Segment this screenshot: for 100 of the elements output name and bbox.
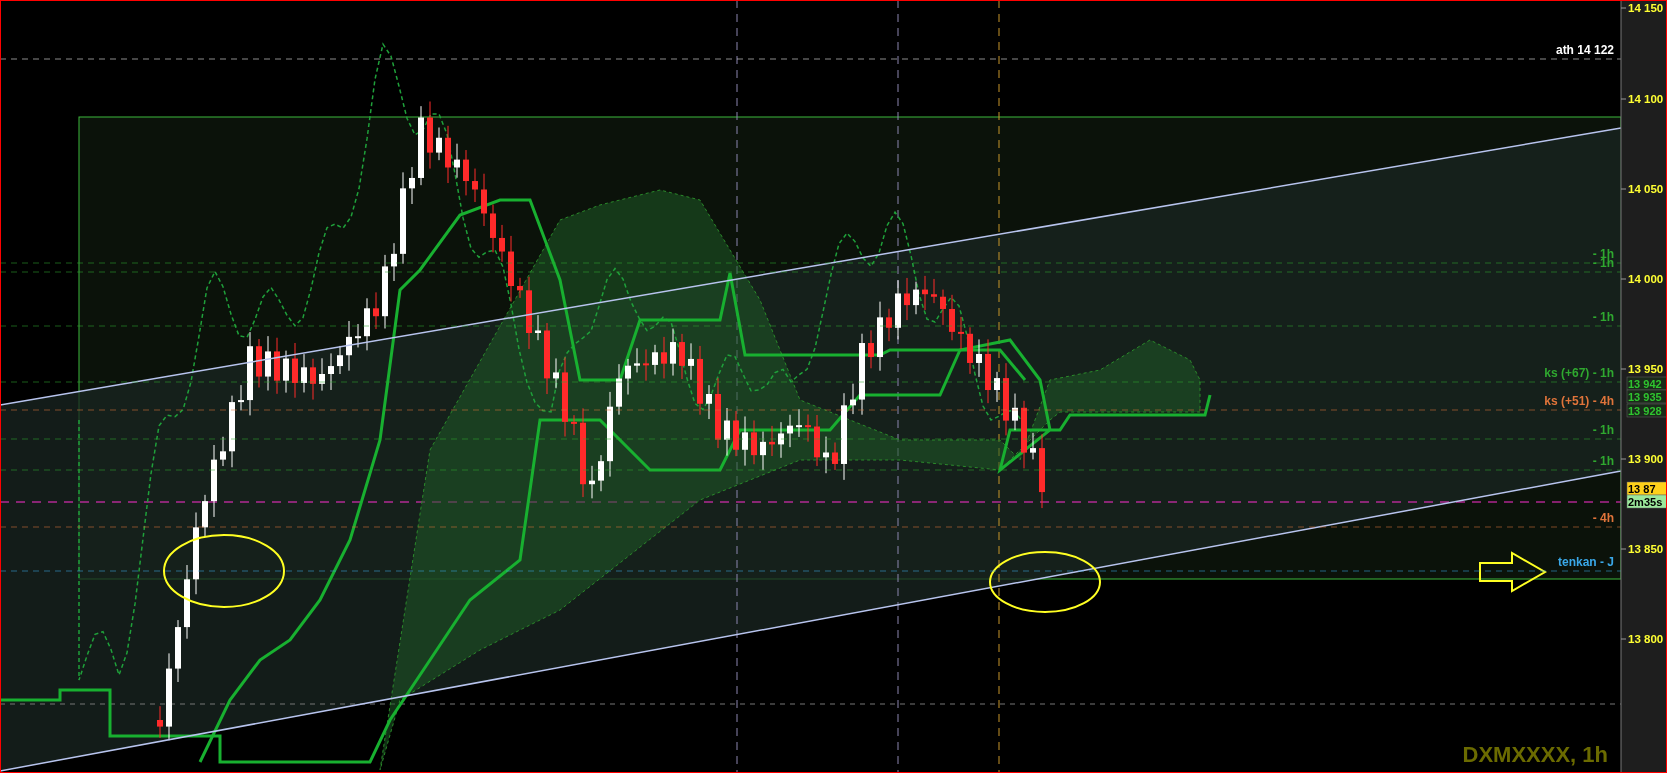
price-tick-label: 13 950 — [1628, 363, 1664, 375]
candlestick — [517, 277, 523, 299]
candlestick — [850, 383, 856, 415]
candlestick — [661, 336, 667, 379]
price-tick-label: 13 800 — [1628, 633, 1664, 645]
candlestick — [967, 326, 973, 375]
candlestick — [742, 415, 748, 467]
candlestick — [814, 414, 820, 467]
candlestick — [940, 289, 946, 326]
candlestick — [688, 342, 694, 381]
candlestick — [220, 436, 226, 467]
candlestick — [319, 357, 325, 392]
candlestick — [355, 323, 361, 348]
candlestick — [877, 301, 883, 372]
arrow-shape — [1479, 551, 1547, 593]
candlestick — [553, 357, 559, 389]
candlestick — [760, 431, 766, 471]
level-label: - 1h — [1592, 310, 1614, 324]
candlestick — [895, 279, 901, 340]
candlestick — [202, 494, 208, 537]
candlestick — [715, 377, 721, 449]
candlestick — [913, 281, 919, 315]
level-label: - 1h — [1592, 454, 1614, 468]
countdown-tag: 2m35s — [1626, 494, 1667, 509]
candlestick — [652, 344, 658, 375]
candlestick — [283, 350, 289, 394]
candlestick — [697, 345, 703, 416]
price-tick-label: 14 050 — [1628, 183, 1664, 195]
candlestick — [238, 384, 244, 411]
candlestick — [778, 421, 784, 459]
level-label: ks (+51) - 4h — [1544, 394, 1614, 408]
price-tick-label: 14 100 — [1628, 93, 1664, 105]
level-label: ath 14 122 — [1555, 43, 1614, 57]
candlestick — [292, 342, 298, 399]
candlestick — [904, 277, 910, 321]
candlestick — [805, 414, 811, 443]
candlestick — [535, 314, 541, 341]
candlestick — [571, 414, 577, 436]
price-tick-label: 14 150 — [1628, 2, 1664, 14]
candlestick — [175, 619, 181, 683]
candlestick — [616, 363, 622, 416]
candlestick — [832, 442, 838, 471]
candlestick — [823, 436, 829, 474]
level-label: - 1h — [1592, 423, 1614, 437]
candlestick — [472, 168, 478, 203]
symbol-label: DXMXXXX, 1h — [1462, 742, 1608, 767]
candlestick — [751, 419, 757, 465]
price-tag: 13 935 — [1626, 389, 1667, 404]
candlestick — [274, 337, 280, 395]
candlestick — [364, 297, 370, 351]
candlestick — [643, 348, 649, 382]
candlestick — [499, 224, 505, 263]
candlestick — [256, 338, 262, 388]
candlestick — [769, 425, 775, 457]
candlestick — [265, 335, 271, 391]
candlestick — [481, 173, 487, 227]
candlestick — [463, 149, 469, 196]
price-tick-label: 13 850 — [1628, 543, 1664, 555]
candlestick — [868, 329, 874, 369]
candlestick — [301, 353, 307, 393]
candlestick — [706, 384, 712, 420]
price-tick-label: 14 000 — [1628, 273, 1664, 285]
candlestick — [1021, 400, 1027, 469]
candlestick — [445, 125, 451, 184]
candlestick — [670, 328, 676, 377]
candlestick — [454, 143, 460, 179]
candlestick — [724, 407, 730, 457]
candlestick — [1030, 432, 1036, 460]
candlestick — [949, 294, 955, 341]
level-label: ks (+67) - 1h — [1544, 366, 1614, 380]
level-label: - 4h — [1592, 511, 1614, 525]
candlestick — [922, 275, 928, 311]
candlestick — [346, 320, 352, 372]
candlestick — [589, 465, 595, 499]
candlestick — [787, 414, 793, 448]
candlestick — [337, 345, 343, 375]
candlestick — [994, 371, 1000, 403]
candlestick — [733, 410, 739, 457]
candlestick — [958, 316, 964, 350]
candlestick — [679, 333, 685, 380]
candlestick — [310, 358, 316, 401]
level-label: tenkan - J — [1558, 555, 1614, 569]
candlestick — [796, 408, 802, 438]
candlestick — [985, 338, 991, 404]
candlestick — [436, 127, 442, 161]
candlestick — [625, 358, 631, 396]
candlestick — [931, 278, 937, 304]
candlestick — [634, 347, 640, 373]
candlestick — [157, 705, 163, 739]
candlestick — [391, 242, 397, 282]
price-tag: 13 928 — [1626, 403, 1667, 418]
candlestick — [886, 308, 892, 342]
candlestick — [409, 166, 415, 205]
candlestick — [976, 338, 982, 378]
candlestick — [490, 204, 496, 253]
price-tick-label: 13 900 — [1628, 453, 1664, 465]
candlestick — [598, 454, 604, 492]
candlestick — [427, 101, 433, 170]
candlestick — [508, 235, 514, 303]
candlestick — [373, 291, 379, 330]
